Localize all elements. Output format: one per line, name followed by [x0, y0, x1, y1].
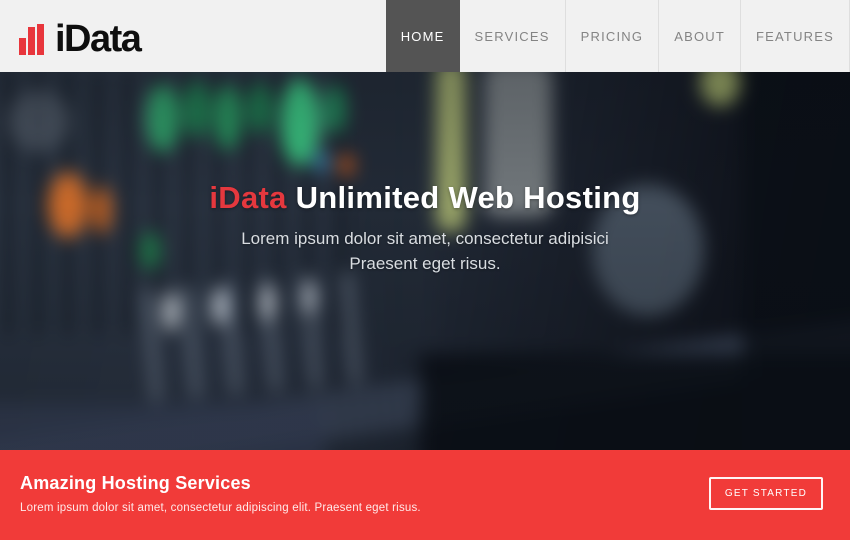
hero-content: iData Unlimited Web Hosting Lorem ipsum … — [0, 72, 850, 276]
nav-item-features[interactable]: FEATURES — [741, 0, 850, 72]
nav-item-label: FEATURES — [756, 29, 834, 44]
site-header: iData HOME SERVICES PRICING ABOUT FEATUR… — [0, 0, 850, 72]
page: iData HOME SERVICES PRICING ABOUT FEATUR… — [0, 0, 850, 540]
brand-name: iData — [55, 24, 140, 55]
hero-subtitle-line2: Praesent eget risus. — [0, 251, 850, 276]
nav-item-about[interactable]: ABOUT — [659, 0, 741, 72]
banner-heading: Amazing Hosting Services — [20, 473, 421, 494]
hero-subtitle-line1: Lorem ipsum dolor sit amet, consectetur … — [0, 226, 850, 251]
nav-item-services[interactable]: SERVICES — [460, 0, 566, 72]
hero-title-rest: Unlimited Web Hosting — [287, 180, 641, 215]
nav-item-label: ABOUT — [674, 29, 725, 44]
nav-item-label: PRICING — [581, 29, 644, 44]
nav-item-home[interactable]: HOME — [386, 0, 460, 72]
banner-text: Lorem ipsum dolor sit amet, consectetur … — [20, 502, 421, 514]
nav-item-label: SERVICES — [475, 29, 550, 44]
hero-title: iData Unlimited Web Hosting — [0, 180, 850, 216]
brand-logo[interactable]: iData — [0, 0, 140, 72]
get-started-button[interactable]: GET STARTED — [709, 477, 823, 510]
hero-title-accent: iData — [209, 180, 286, 215]
cta-banner: Amazing Hosting Services Lorem ipsum dol… — [0, 450, 850, 540]
nav-item-label: HOME — [401, 29, 445, 44]
hero-section: iData Unlimited Web Hosting Lorem ipsum … — [0, 72, 850, 450]
bar-chart-icon — [19, 24, 46, 55]
hero-subtitle: Lorem ipsum dolor sit amet, consectetur … — [0, 226, 850, 276]
main-nav: HOME SERVICES PRICING ABOUT FEATURES — [386, 0, 850, 72]
nav-item-pricing[interactable]: PRICING — [566, 0, 660, 72]
cta-banner-copy: Amazing Hosting Services Lorem ipsum dol… — [20, 473, 421, 514]
